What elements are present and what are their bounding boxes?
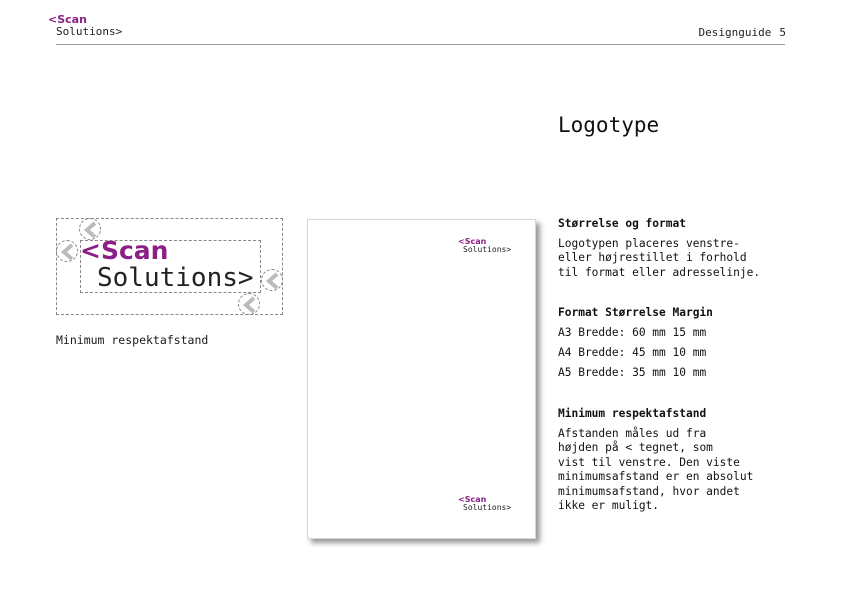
clearspace-chevron-right-icon: [261, 269, 283, 291]
mockup-logo-top-solutions: Solutions>: [463, 245, 512, 254]
clearspace-chevron-bottom-icon: [238, 293, 260, 315]
min-heading: Minimum respektafstand: [558, 407, 707, 420]
page-mockup: <Scan Solutions> <Scan Solutions>: [307, 219, 536, 539]
header-logo: <Scan Solutions>: [48, 14, 122, 37]
header-section-name: Designguide: [698, 26, 772, 39]
min-body: Afstanden måles ud fra højden på < tegne…: [558, 427, 754, 513]
format-row-a3: A3 Bredde: 60 mm 15 mm: [558, 326, 707, 339]
mockup-logo-bottom: <Scan Solutions>: [458, 496, 511, 512]
clearspace-caption: Minimum respektafstand: [56, 333, 209, 347]
page-title: Logotype: [558, 113, 660, 137]
mockup-logo-top: <Scan Solutions>: [458, 238, 511, 254]
clearspace-chevron-top-icon: [79, 218, 101, 240]
page-number: 5: [779, 26, 786, 39]
header-divider: [56, 44, 785, 45]
header-section-label: Designguide 5: [699, 26, 786, 39]
format-row-a4: A4 Bredde: 45 mm 10 mm: [558, 346, 707, 359]
header-logo-solutions: Solutions>: [56, 25, 123, 38]
header-logo-scan: <Scan: [48, 13, 87, 26]
clearspace-chevron-left-icon: [56, 240, 78, 262]
format-row-a5: A5 Bredde: 35 mm 10 mm: [558, 366, 707, 379]
mockup-logo-bottom-solutions: Solutions>: [463, 503, 512, 512]
format-table-header: Format Størrelse Margin: [558, 306, 713, 319]
size-heading: Størrelse og format: [558, 217, 686, 230]
demo-logo-solutions: Solutions>: [97, 263, 254, 293]
size-body: Logotypen placeres venstre- eller højres…: [558, 237, 761, 279]
demo-logo-scan: <Scan: [80, 236, 169, 265]
